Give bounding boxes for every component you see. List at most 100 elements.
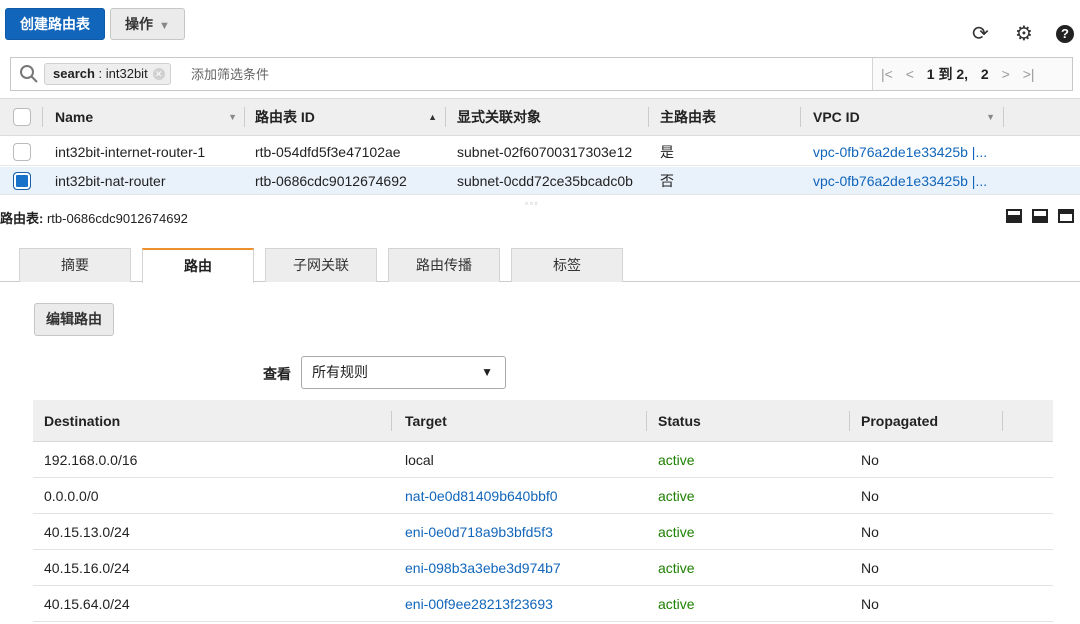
column-header-label: 路由表 ID [255, 109, 315, 125]
tab-route-propagation[interactable]: 路由传播 [388, 248, 500, 282]
route-target-link[interactable]: eni-00f9ee28213f23693 [405, 586, 553, 622]
search-filter-token[interactable]: search : int32bit ✕ [44, 63, 171, 85]
filter-area[interactable]: search : int32bit ✕ [11, 58, 873, 90]
prev-page-icon[interactable]: < [906, 66, 914, 82]
route-destination: 0.0.0.0/0 [44, 488, 99, 504]
view-label: 查看 [263, 366, 291, 382]
toolbar: 创建路由表 操作 ▼ ⟳ ⚙ ? [0, 0, 1080, 50]
route-status: active [658, 452, 695, 468]
column-divider [1003, 107, 1004, 127]
column-header-status[interactable]: Status [658, 400, 701, 442]
tab-tags[interactable]: 标签 [511, 248, 623, 282]
column-header-vpc[interactable]: VPC ID ▼ [813, 99, 1003, 135]
resize-handle[interactable]: ▫▫▫ [525, 199, 540, 208]
column-header-propagated[interactable]: Propagated [861, 400, 938, 442]
route-destination: 40.15.16.0/24 [44, 560, 130, 576]
table-row: 0.0.0.0/0 nat-0e0d81409b640bbf0 active N… [33, 478, 1053, 514]
column-header-association[interactable]: 显式关联对象 [457, 99, 541, 135]
actions-button[interactable]: 操作 ▼ [110, 8, 185, 40]
route-propagated: No [861, 452, 879, 468]
sort-icon: ▼ [228, 112, 237, 122]
column-header-target[interactable]: Target [405, 400, 447, 442]
column-header-id[interactable]: 路由表 ID ▲ [255, 99, 445, 135]
refresh-icon[interactable]: ⟳ [972, 24, 989, 44]
route-destination: 40.15.13.0/24 [44, 524, 130, 540]
column-header-name[interactable]: Name ▼ [55, 99, 245, 135]
remove-filter-icon[interactable]: ✕ [152, 68, 165, 80]
gear-icon[interactable]: ⚙ [1015, 24, 1033, 44]
pagination: |< < 1 到 2, 2 > >| [881, 58, 1044, 90]
table-row[interactable]: int32bit-internet-router-1 rtb-054dfd5f3… [0, 138, 1080, 166]
table-row: 40.15.64.0/24 eni-00f9ee28213f23693 acti… [33, 586, 1053, 622]
route-status: active [658, 596, 695, 612]
dropdown-arrow-icon: ▼ [481, 365, 493, 379]
route-target: local [405, 452, 434, 468]
edit-routes-button[interactable]: 编辑路由 [34, 303, 114, 336]
column-divider [648, 107, 649, 127]
route-propagated: No [861, 524, 879, 540]
column-divider [800, 107, 801, 127]
sort-asc-icon: ▲ [428, 112, 437, 122]
route-table-id: rtb-054dfd5f3e47102ae [255, 144, 401, 160]
route-table-name: int32bit-internet-router-1 [55, 144, 206, 160]
chevron-down-icon: ▼ [159, 20, 170, 32]
vpc-link[interactable]: vpc-0fb76a2de1e33425b |... [813, 138, 987, 166]
vpc-link[interactable]: vpc-0fb76a2de1e33425b |... [813, 167, 987, 195]
column-divider [391, 411, 392, 431]
column-divider [244, 107, 245, 127]
pane-layout-controls [1000, 209, 1074, 226]
page-total: 2 [980, 66, 989, 82]
route-target-link[interactable]: nat-0e0d81409b640bbf0 [405, 478, 558, 514]
row-checkbox[interactable] [13, 172, 31, 190]
route-table-id: rtb-0686cdc9012674692 [255, 173, 407, 189]
select-all-checkbox[interactable] [13, 108, 31, 126]
filter-token-key: search [53, 66, 95, 81]
pane-maximize-icon[interactable] [1006, 209, 1022, 223]
route-target-link[interactable]: eni-0e0d718a9b3bfd5f3 [405, 514, 553, 550]
tab-subnet-associations[interactable]: 子网关联 [265, 248, 377, 282]
row-checkbox[interactable] [13, 143, 31, 161]
sort-icon: ▼ [986, 112, 995, 122]
actions-label: 操作 [125, 16, 153, 32]
route-tables-header: Name ▼ 路由表 ID ▲ 显式关联对象 主路由表 VPC ID ▼ [0, 98, 1080, 136]
route-status: active [658, 524, 695, 540]
explicit-association: subnet-0cdd72ce35bcadc0b [457, 173, 633, 189]
detail-title: 路由表: rtb-0686cdc9012674692 [0, 208, 188, 227]
column-divider [1002, 411, 1003, 431]
pane-split-icon[interactable] [1031, 209, 1048, 223]
tab-summary[interactable]: 摘要 [19, 248, 131, 282]
route-propagated: No [861, 560, 879, 576]
main-route-table: 否 [660, 173, 674, 189]
route-table-name: int32bit-nat-router [55, 173, 166, 189]
route-propagated: No [861, 596, 879, 612]
view-filter-select[interactable]: 所有规则 ▼ [301, 356, 506, 389]
column-divider [42, 107, 43, 127]
column-divider [445, 107, 446, 127]
first-page-icon[interactable]: |< [881, 66, 893, 82]
column-header-main[interactable]: 主路由表 [660, 99, 716, 135]
tab-routes[interactable]: 路由 [142, 248, 254, 283]
route-status: active [658, 488, 695, 504]
view-filter-value: 所有规则 [312, 364, 368, 380]
detail-title-label: 路由表: [0, 211, 44, 226]
last-page-icon[interactable]: >| [1023, 66, 1035, 82]
filter-input[interactable] [189, 63, 489, 85]
pane-minimize-icon[interactable] [1057, 209, 1074, 223]
filter-token-value: : int32bit [94, 66, 148, 81]
next-page-icon[interactable]: > [1002, 66, 1010, 82]
page-range: 1 到 2, [926, 66, 969, 82]
main-route-table: 是 [660, 144, 674, 160]
search-bar: search : int32bit ✕ |< < 1 到 2, 2 > >| [10, 57, 1073, 91]
route-destination: 40.15.64.0/24 [44, 596, 130, 612]
route-target-link[interactable]: eni-098b3a3ebe3d974b7 [405, 550, 561, 586]
help-icon[interactable]: ? [1056, 25, 1074, 43]
table-row[interactable]: int32bit-nat-router rtb-0686cdc901267469… [0, 167, 1080, 195]
column-header-destination[interactable]: Destination [44, 400, 120, 442]
create-route-table-button[interactable]: 创建路由表 [5, 8, 105, 40]
detail-tabs: 摘要 路由 子网关联 路由传播 标签 [0, 248, 1080, 283]
route-propagated: No [861, 488, 879, 504]
column-header-label: VPC ID [813, 109, 860, 125]
table-row: 40.15.16.0/24 eni-098b3a3ebe3d974b7 acti… [33, 550, 1053, 586]
route-destination: 192.168.0.0/16 [44, 452, 138, 468]
column-divider [646, 411, 647, 431]
